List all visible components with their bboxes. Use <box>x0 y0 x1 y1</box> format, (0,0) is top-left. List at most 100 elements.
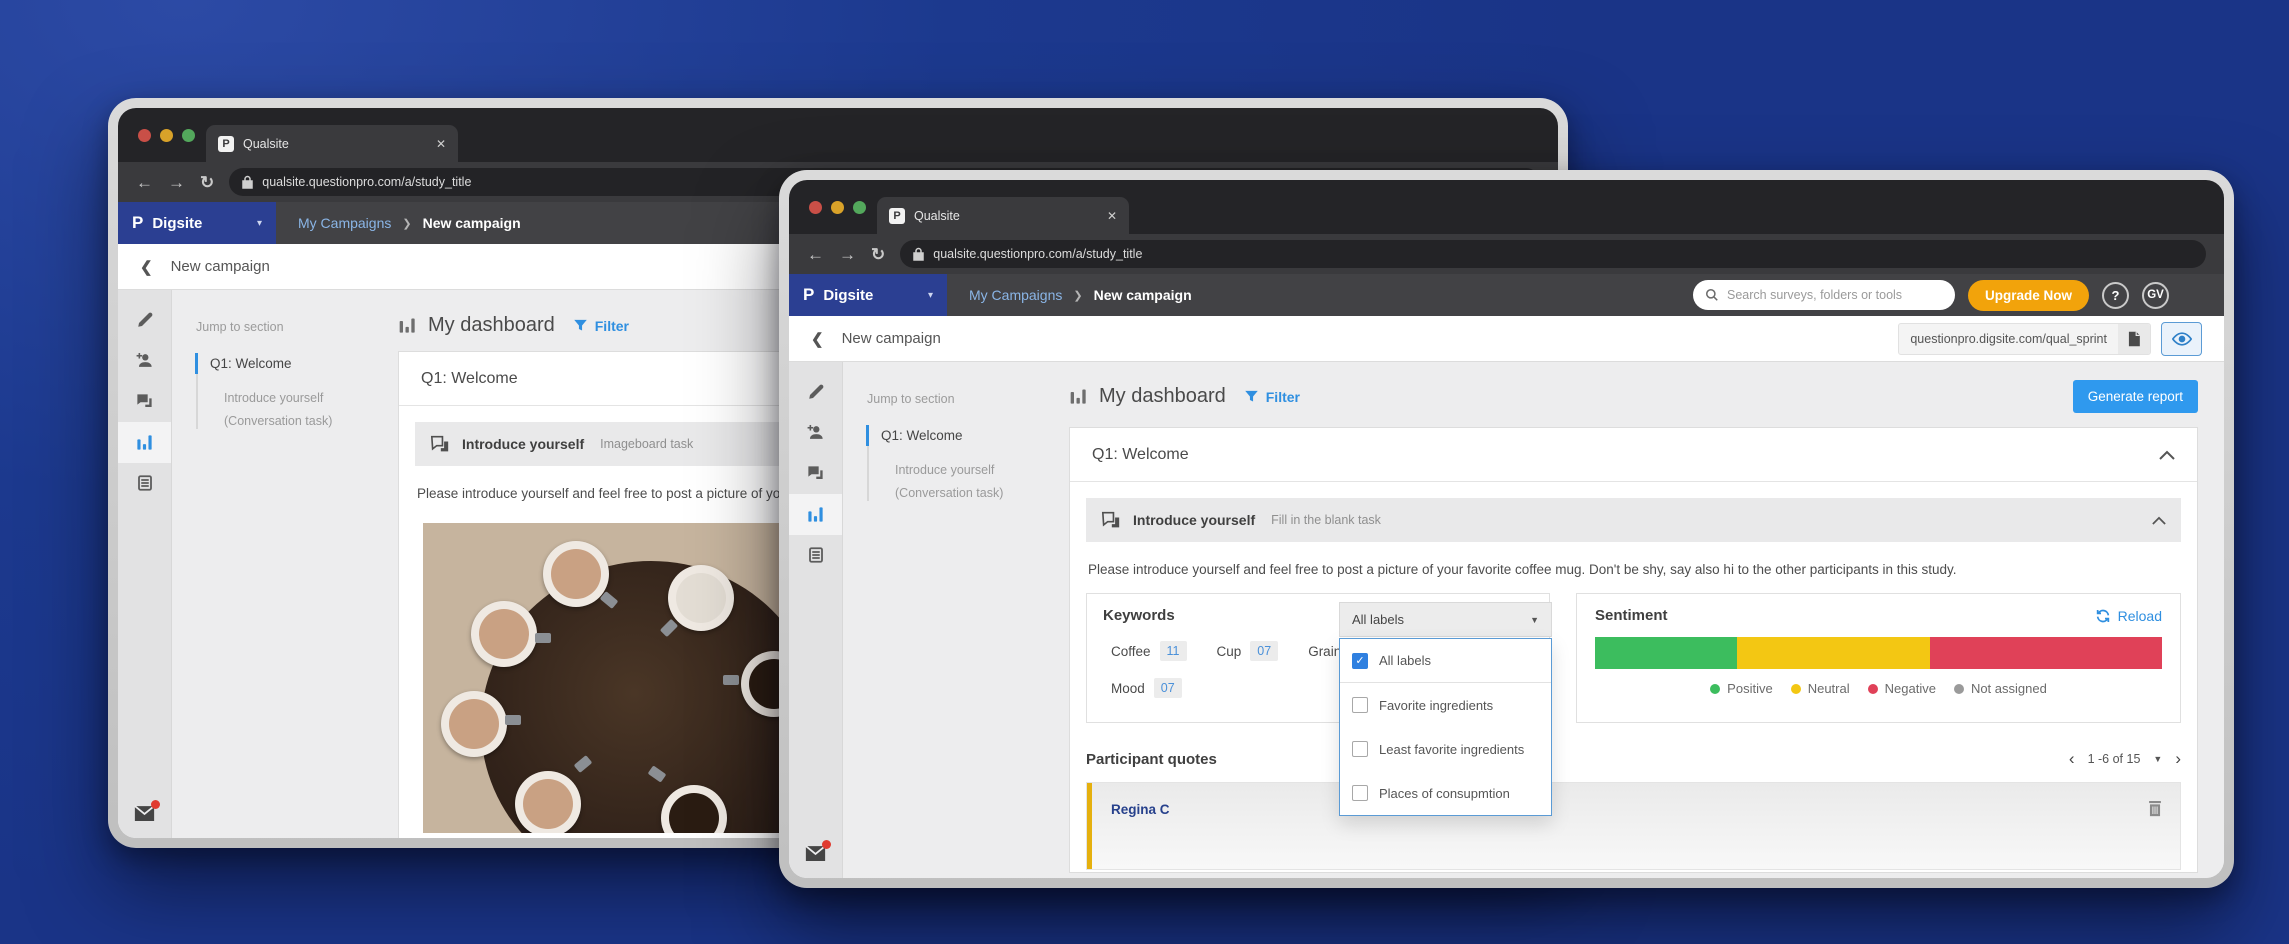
sidebar-item-dashboard[interactable] <box>118 422 171 463</box>
brand-menu[interactable]: P Digsite ▾ <box>789 274 947 316</box>
filter-button[interactable]: Filter <box>1244 389 1300 405</box>
close-window-button[interactable] <box>138 129 151 142</box>
section-nav: Jump to section Q1: Welcome Introduce yo… <box>843 362 1041 878</box>
lock-icon <box>242 175 253 189</box>
pencil-icon <box>807 383 825 401</box>
avatar[interactable]: GV <box>2142 282 2169 309</box>
sentiment-segment-neutral <box>1737 637 1930 669</box>
generate-report-button[interactable]: Generate report <box>2073 380 2198 413</box>
dropdown-option-places-of-consumption[interactable]: ✓ Places of consupmtion <box>1340 771 1551 815</box>
breadcrumb-separator-icon: ❯ <box>402 217 411 230</box>
forward-icon[interactable]: → <box>839 246 856 263</box>
checkbox-icon[interactable]: ✓ <box>1352 697 1368 713</box>
collapse-task-button[interactable] <box>2152 516 2166 525</box>
nav-item-introduce-yourself[interactable]: Introduce yourself <box>881 459 1041 482</box>
legend-negative: Negative <box>1868 681 1936 696</box>
checkbox-icon[interactable]: ✓ <box>1352 785 1368 801</box>
keyword-chip-cup[interactable]: Cup 07 <box>1217 641 1279 661</box>
sidebar-item-edit[interactable] <box>789 372 842 412</box>
document-icon <box>136 474 154 492</box>
brand-menu[interactable]: P Digsite ▾ <box>118 202 276 244</box>
sidebar-item-dashboard[interactable] <box>789 494 842 535</box>
sidebar-item-notes[interactable] <box>118 463 171 503</box>
nav-section-q1[interactable]: Q1: Welcome <box>210 356 370 371</box>
sidebar-item-conversations[interactable] <box>789 453 842 494</box>
sidebar-item-messages[interactable] <box>805 845 826 862</box>
page-title: New campaign <box>171 258 270 275</box>
minimize-window-button[interactable] <box>831 201 844 214</box>
legend-not-assigned: Not assigned <box>1954 681 2047 696</box>
task-description: Please introduce yourself and feel free … <box>1088 562 2179 577</box>
address-bar[interactable]: qualsite.questionpro.com/a/study_title <box>900 240 2206 268</box>
pagination-caret-icon[interactable]: ▼ <box>2153 754 2162 764</box>
funnel-icon <box>1244 389 1259 404</box>
sentiment-segment-negative <box>1930 637 2162 669</box>
sidebar-item-conversations[interactable] <box>118 381 171 422</box>
pagination-prev-icon[interactable]: ‹ <box>2069 749 2075 769</box>
back-chevron-icon[interactable]: ❮ <box>811 330 824 348</box>
keyword-chip-mood[interactable]: Mood 07 <box>1111 678 1182 698</box>
pagination-next-icon[interactable]: › <box>2175 749 2181 769</box>
copy-icon[interactable] <box>2118 324 2150 354</box>
delete-quote-button[interactable] <box>2148 801 2162 817</box>
reload-button[interactable]: Reload <box>2095 608 2162 624</box>
sidebar-item-notes[interactable] <box>789 535 842 575</box>
labels-select[interactable]: All labels ▼ <box>1339 602 1552 637</box>
search-input[interactable] <box>1727 288 1943 302</box>
nav-section-q1[interactable]: Q1: Welcome <box>881 428 1041 443</box>
collapse-section-button[interactable] <box>2159 450 2175 460</box>
keyword-chip-coffee[interactable]: Coffee 11 <box>1111 641 1187 661</box>
bar-chart-icon <box>135 433 154 452</box>
keyword-count: 07 <box>1250 641 1278 661</box>
reload-icon[interactable]: ↻ <box>871 246 885 263</box>
task-chat-icon <box>430 435 450 453</box>
quote-card[interactable]: Regina C <box>1086 782 2181 870</box>
upgrade-now-button[interactable]: Upgrade Now <box>1968 280 2089 311</box>
browser-tab[interactable]: P Qualsite ✕ <box>206 125 458 162</box>
browser-tab[interactable]: P Qualsite ✕ <box>877 197 1129 234</box>
nav-item-introduce-yourself[interactable]: Introduce yourself <box>210 387 370 410</box>
filter-button[interactable]: Filter <box>573 318 629 334</box>
back-icon[interactable]: ← <box>807 246 824 263</box>
keywords-panel: Keywords Coffee 11 Cup 07 <box>1086 593 1550 723</box>
sidebar-item-participants[interactable] <box>118 340 171 381</box>
share-url-chip[interactable]: questionpro.digsite.com/qual_sprint <box>1898 323 2151 355</box>
breadcrumb-my-campaigns[interactable]: My Campaigns <box>969 287 1062 303</box>
maximize-window-button[interactable] <box>182 129 195 142</box>
preview-button[interactable] <box>2161 322 2202 356</box>
section-title: Q1: Welcome <box>421 370 518 388</box>
keyword-count: 11 <box>1160 641 1187 661</box>
icon-sidebar <box>118 290 172 838</box>
nav-item-conversation-task[interactable]: (Conversation task) <box>210 410 370 433</box>
breadcrumb: My Campaigns ❯ New campaign <box>276 202 543 244</box>
back-icon[interactable]: ← <box>136 174 153 191</box>
dropdown-option-all-labels[interactable]: ✓ All labels <box>1340 639 1551 683</box>
digsite-logo: P <box>803 285 814 305</box>
coffee-mugs-photo <box>423 523 823 833</box>
task-header[interactable]: Introduce yourself Fill in the blank tas… <box>1086 498 2181 542</box>
sidebar-item-messages[interactable] <box>134 805 155 822</box>
dropdown-option-favorite-ingredients[interactable]: ✓ Favorite ingredients <box>1340 683 1551 727</box>
sidebar-item-edit[interactable] <box>118 300 171 340</box>
icon-sidebar <box>789 362 843 878</box>
reload-icon[interactable]: ↻ <box>200 174 214 191</box>
checkbox-icon[interactable]: ✓ <box>1352 741 1368 757</box>
checkbox-icon[interactable]: ✓ <box>1352 653 1368 669</box>
forward-icon[interactable]: → <box>168 174 185 191</box>
close-tab-icon[interactable]: ✕ <box>436 137 446 151</box>
back-chevron-icon[interactable]: ❮ <box>140 258 153 276</box>
eye-icon <box>2172 332 2192 346</box>
maximize-window-button[interactable] <box>853 201 866 214</box>
task-type: Fill in the blank task <box>1271 513 1381 527</box>
minimize-window-button[interactable] <box>160 129 173 142</box>
nav-item-conversation-task[interactable]: (Conversation task) <box>881 482 1041 505</box>
sentiment-title: Sentiment <box>1595 607 1668 624</box>
close-window-button[interactable] <box>809 201 822 214</box>
help-button[interactable]: ? <box>2102 282 2129 309</box>
breadcrumb-my-campaigns[interactable]: My Campaigns <box>298 215 391 231</box>
brand-name: Digsite <box>152 215 202 232</box>
sidebar-item-participants[interactable] <box>789 412 842 453</box>
dropdown-option-least-favorite-ingredients[interactable]: ✓ Least favorite ingredients <box>1340 727 1551 771</box>
close-tab-icon[interactable]: ✕ <box>1107 209 1117 223</box>
share-url-text: questionpro.digsite.com/qual_sprint <box>1899 332 2118 346</box>
